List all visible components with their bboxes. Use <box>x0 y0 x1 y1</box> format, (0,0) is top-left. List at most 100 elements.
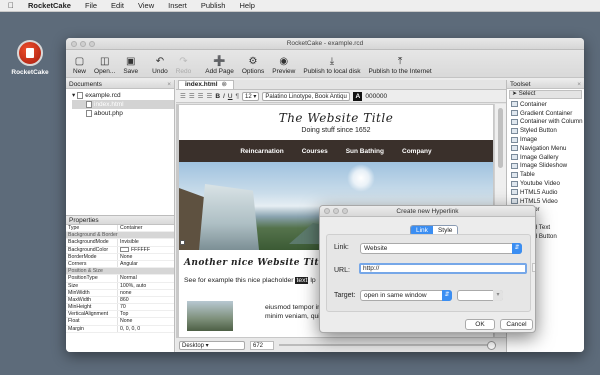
property-row[interactable]: MinWidth none <box>66 289 174 297</box>
scrollbar-thumb[interactable] <box>498 108 503 168</box>
italic-button[interactable]: I <box>223 93 225 100</box>
tool-item[interactable]: Styled Button <box>507 126 584 135</box>
property-value[interactable]: Angular <box>118 261 174 267</box>
align-center-icon[interactable]: ☰ <box>189 92 195 100</box>
close-window-button[interactable] <box>71 41 77 47</box>
url-input[interactable]: http:// <box>359 263 527 274</box>
tool-item[interactable]: Container with Column <box>507 118 584 127</box>
nav-item-sun-bathing[interactable]: Sun Bathing <box>346 148 384 155</box>
browse-url-button[interactable] <box>532 263 535 272</box>
minimize-window-button[interactable] <box>80 41 86 47</box>
tab-index-html[interactable]: index.html ⊗ <box>178 80 234 89</box>
underline-button[interactable]: U <box>228 93 233 100</box>
property-row[interactable]: BackgroundMode Invisible <box>66 239 174 247</box>
property-value[interactable]: Container <box>118 225 174 231</box>
property-value[interactable]: None <box>118 318 174 324</box>
publish-internet-button[interactable]: ⤒ Publish to the Internet <box>364 56 435 75</box>
property-value[interactable]: 70 <box>118 304 174 310</box>
ok-button[interactable]: OK <box>465 319 495 330</box>
property-row[interactable]: Corners Angular <box>66 260 174 269</box>
property-row[interactable]: MinHeight 70 <box>66 304 174 312</box>
view-mode-select[interactable]: Desktop ▾ <box>179 340 245 350</box>
menu-file[interactable]: File <box>85 1 97 10</box>
justify-icon[interactable]: ☰ <box>206 92 212 100</box>
property-value[interactable]: Invisible <box>118 239 174 245</box>
dialog-close-button[interactable] <box>324 208 330 214</box>
preview-button[interactable]: ◉ Preview <box>268 56 299 75</box>
align-left-icon[interactable]: ☰ <box>180 92 186 100</box>
menu-help[interactable]: Help <box>239 1 254 10</box>
tool-select-item[interactable]: ➤ Select <box>509 90 582 99</box>
tree-root[interactable]: ▾ example.rcd <box>72 91 174 100</box>
property-row[interactable]: Margin 0, 0, 0, 0 <box>66 325 174 333</box>
tool-item[interactable]: Gradient Container <box>507 109 584 118</box>
nav-item-company[interactable]: Company <box>402 148 432 155</box>
close-tab-icon[interactable]: ⊗ <box>222 81 227 89</box>
text-color-button[interactable]: A <box>353 91 363 101</box>
menu-view[interactable]: View <box>138 1 154 10</box>
align-right-icon[interactable]: ☰ <box>198 92 204 100</box>
property-value[interactable]: Top <box>118 311 174 317</box>
color-swatch[interactable] <box>120 246 129 252</box>
property-row[interactable]: Size 100%, auto <box>66 282 174 290</box>
publish-local-button[interactable]: ⤓ Publish to local disk <box>299 56 364 75</box>
cancel-button[interactable]: Cancel <box>500 319 533 330</box>
nav-item-courses[interactable]: Courses <box>302 148 328 155</box>
property-row[interactable]: PositionType Normal <box>66 275 174 283</box>
menu-insert[interactable]: Insert <box>168 1 187 10</box>
page-width-field[interactable]: 672 <box>250 340 274 350</box>
new-button[interactable]: ▢ New <box>69 56 90 75</box>
site-navigation[interactable]: Reincarnation Courses Sun Bathing Compan… <box>179 140 493 162</box>
link-type-select[interactable]: Website ⇵ <box>360 243 522 254</box>
property-row[interactable]: Type Container <box>66 225 174 233</box>
tool-item[interactable]: HTML5 Audio <box>507 188 584 197</box>
tree-item-about[interactable]: about.php <box>72 109 174 118</box>
desktop-app-icon[interactable]: RocketCake <box>8 40 52 76</box>
property-row[interactable]: BackgroundColor FFFFFF <box>66 246 174 254</box>
selected-text[interactable]: text <box>295 277 309 284</box>
lorem-text[interactable]: eiusmod tempor inc minim veniam, quis <box>265 303 324 321</box>
tool-item[interactable]: Image <box>507 135 584 144</box>
dialog-zoom-button[interactable] <box>342 208 348 214</box>
tool-item[interactable]: Table <box>507 170 584 179</box>
dialog-titlebar[interactable]: Create new Hyperlink <box>320 206 535 217</box>
property-value[interactable]: none <box>118 290 174 296</box>
options-button[interactable]: ⚙ Options <box>238 56 268 75</box>
apple-icon[interactable]:  <box>8 1 14 10</box>
property-row[interactable]: MaxWidth 860 <box>66 296 174 305</box>
disclosure-triangle-icon[interactable]: ▾ <box>72 91 75 100</box>
dialog-minimize-button[interactable] <box>333 208 339 214</box>
undo-button[interactable]: ↶ Undo <box>148 56 172 75</box>
open-button[interactable]: ◫ Open... <box>90 56 119 75</box>
tree-item-index[interactable]: index.html <box>72 100 174 109</box>
menu-edit[interactable]: Edit <box>111 1 124 10</box>
property-value[interactable]: 860 <box>118 297 174 303</box>
page-width-slider[interactable] <box>279 341 496 350</box>
font-size-select[interactable]: 12 ▾ <box>242 91 260 101</box>
close-panel-icon[interactable]: × <box>167 80 171 89</box>
property-value[interactable]: None <box>118 254 174 260</box>
site-subtitle[interactable]: Doing stuff since 1652 <box>179 127 493 134</box>
font-family-select[interactable]: Palatino Linotype, Book Antiqu <box>262 91 351 101</box>
site-title[interactable]: The Website Title <box>179 111 493 125</box>
save-button[interactable]: ▣ Save <box>119 56 142 75</box>
tool-item[interactable]: Container <box>507 100 584 109</box>
tool-item[interactable]: Navigation Menu <box>507 144 584 153</box>
property-row[interactable]: BorderMode None <box>66 253 174 261</box>
tool-item[interactable]: Image Slideshow <box>507 162 584 171</box>
target-frame-select[interactable]: ▾ <box>457 290 503 301</box>
property-value[interactable]: 0, 0, 0, 0 <box>118 326 174 332</box>
property-value[interactable]: Normal <box>118 275 174 281</box>
add-page-button[interactable]: ➕ Add Page <box>201 56 238 75</box>
content-thumbnail-image[interactable] <box>187 301 233 331</box>
resize-handle[interactable] <box>180 240 185 245</box>
tool-item[interactable]: Youtube Video <box>507 179 584 188</box>
zoom-window-button[interactable] <box>89 41 95 47</box>
redo-button[interactable]: ↷ Redo <box>172 56 196 75</box>
property-value[interactable]: 100%, auto <box>118 283 174 289</box>
close-panel-icon[interactable]: × <box>577 80 581 89</box>
bold-button[interactable]: B <box>215 93 220 100</box>
property-value[interactable]: FFFFFF <box>118 247 174 253</box>
nav-item-reincarnation[interactable]: Reincarnation <box>240 148 283 155</box>
window-titlebar[interactable]: RocketCake - example.rcd <box>66 38 584 50</box>
